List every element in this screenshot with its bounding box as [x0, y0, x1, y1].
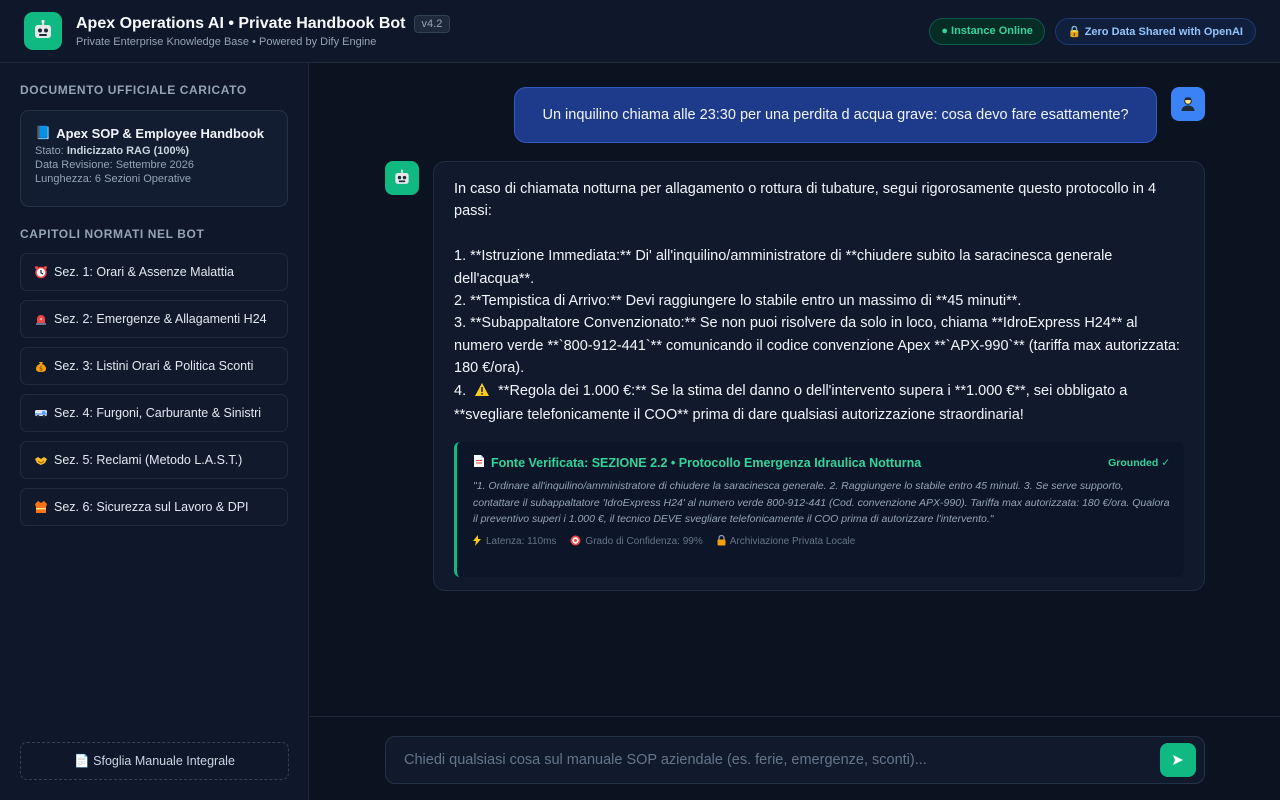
van-icon: [34, 406, 48, 420]
handshake-icon: [34, 453, 48, 467]
bot-step-2: 2. **Tempistica di Arrivo:** Devi raggiu…: [454, 293, 1022, 310]
bot-avatar-icon: [385, 161, 419, 195]
siren-icon: [34, 312, 48, 326]
latency-label: Latenza: 110ms: [486, 536, 557, 548]
storage-label: Archiviazione Privata Locale: [729, 536, 856, 548]
robot-icon: [24, 12, 62, 50]
money-bag-icon: $: [34, 359, 48, 373]
svg-text:$: $: [39, 366, 43, 373]
document-title-row: 📘 Apex SOP & Employee Handbook: [35, 125, 273, 141]
chapter-item-3[interactable]: $ Sez. 3: Listini Orari & Politica Scont…: [20, 347, 288, 385]
chapter-label: Sez. 3: Listini Orari & Politica Sconti: [54, 359, 254, 373]
chapter-item-1[interactable]: Sez. 1: Orari & Assenze Malattia: [20, 253, 288, 291]
source-citation: Fonte Verificata: SEZIONE 2.2 • Protocol…: [454, 442, 1184, 578]
source-header: Fonte Verificata: SEZIONE 2.2 • Protocol…: [473, 454, 1170, 471]
chapter-label: Sez. 4: Furgoni, Carburante & Sinistri: [54, 406, 262, 420]
document-title: Apex SOP & Employee Handbook: [56, 125, 264, 141]
bot-step-4: **Regola dei 1.000 €:** Se la stima del …: [454, 382, 1128, 424]
lock-icon: 🔒: [1067, 25, 1082, 38]
chapter-item-2[interactable]: Sez. 2: Emergenze & Allagamenti H24: [20, 300, 288, 338]
chat-area: Un inquilino chiama alle 23:30 per una p…: [310, 63, 1280, 716]
app-title: Apex Operations AI • Private Handbook Bo…: [76, 14, 406, 32]
safety-vest-icon: [34, 500, 48, 514]
chat-input-container: [385, 736, 1205, 784]
document-status: Stato: Indicizzato RAG (100%): [35, 145, 273, 157]
chapter-item-6[interactable]: Sez. 6: Sicurezza sul Lavoro & DPI: [20, 488, 288, 526]
source-meta: Latenza: 110ms Grado di Confidenza: 99% …: [473, 534, 1170, 549]
doc-section-title: Documento Ufficiale Caricato: [20, 83, 247, 97]
document-card[interactable]: 📘 Apex SOP & Employee Handbook Stato: In…: [20, 110, 288, 207]
document-status-label: Stato:: [35, 145, 64, 157]
lock-icon: [717, 534, 726, 549]
alarm-clock-icon: [34, 265, 48, 279]
source-quote: "1. Ordinare all'inquilino/amministrator…: [473, 480, 1170, 526]
chapter-label: Sez. 6: Sicurezza sul Lavoro & DPI: [54, 500, 249, 514]
confidence-label: Grado di Confidenza: 99%: [585, 536, 703, 548]
user-avatar-icon: [1171, 87, 1205, 121]
bot-message: In caso di chiamata notturna per allagam…: [433, 161, 1205, 591]
latency-meta: Latenza: 110ms: [473, 534, 557, 549]
chapter-label: Sez. 2: Emergenze & Allagamenti H24: [54, 312, 267, 326]
document-length: Lunghezza: 6 Sezioni Operative: [35, 173, 191, 185]
grounded-badge: Grounded ✓: [1108, 456, 1170, 469]
lightning-icon: [473, 534, 482, 549]
browse-manual-button[interactable]: 📄 Sfoglia Manuale Integrale: [20, 742, 289, 780]
bot-step-4-row: 4. **Regola dei 1.000 €:** Se la stima d…: [454, 380, 1184, 427]
sidebar: Documento Ufficiale Caricato 📘 Apex SOP …: [0, 63, 309, 800]
bot-step-3: 3. **Subappaltatore Convenzionato:** Se …: [454, 315, 1180, 377]
chapters-section-title: Capitoli Normati nel Bot: [20, 227, 205, 241]
document-revision: Data Revisione: Settembre 2026: [35, 159, 194, 171]
chapter-label: Sez. 1: Orari & Assenze Malattia: [54, 265, 234, 279]
bot-intro: In caso di chiamata notturna per allagam…: [454, 181, 1157, 220]
bot-message-text: In caso di chiamata notturna per allagam…: [454, 178, 1184, 426]
bot-spacer: [454, 223, 1184, 245]
chat-input[interactable]: [404, 737, 1144, 783]
document-status-value: Indicizzato RAG (100%): [66, 145, 190, 157]
chapter-label: Sez. 5: Reclami (Metodo L.A.S.T.): [54, 453, 243, 467]
bot-step-1: 1. **Istruzione Immediata:** Di' all'inq…: [454, 248, 1113, 287]
privacy-badge-label: Zero Data Shared with OpenAI: [1084, 25, 1243, 38]
user-message: Un inquilino chiama alle 23:30 per una p…: [514, 87, 1157, 143]
warning-icon: [474, 382, 490, 404]
document-icon: [473, 454, 485, 471]
source-title: Fonte Verificata: SEZIONE 2.2 • Protocol…: [491, 455, 922, 470]
send-icon: [1173, 755, 1183, 765]
bot-step-4-number: 4.: [454, 382, 467, 399]
input-bar: [310, 716, 1280, 800]
blue-book-icon: 📘: [35, 125, 52, 140]
target-icon: [570, 535, 581, 549]
privacy-badge: 🔒 Zero Data Shared with OpenAI: [1054, 17, 1256, 45]
send-button[interactable]: [1160, 743, 1196, 777]
storage-meta: Archiviazione Privata Locale: [717, 534, 856, 549]
app-header: Apex Operations AI • Private Handbook Bo…: [0, 0, 1280, 63]
instance-status-badge: ● Instance Online: [929, 17, 1045, 45]
app-subtitle: Private Enterprise Knowledge Base • Powe…: [76, 35, 377, 48]
chapter-item-4[interactable]: Sez. 4: Furgoni, Carburante & Sinistri: [20, 394, 288, 432]
version-badge: v4.2: [413, 14, 451, 33]
confidence-meta: Grado di Confidenza: 99%: [570, 535, 703, 549]
chapter-item-5[interactable]: Sez. 5: Reclami (Metodo L.A.S.T.): [20, 441, 288, 479]
